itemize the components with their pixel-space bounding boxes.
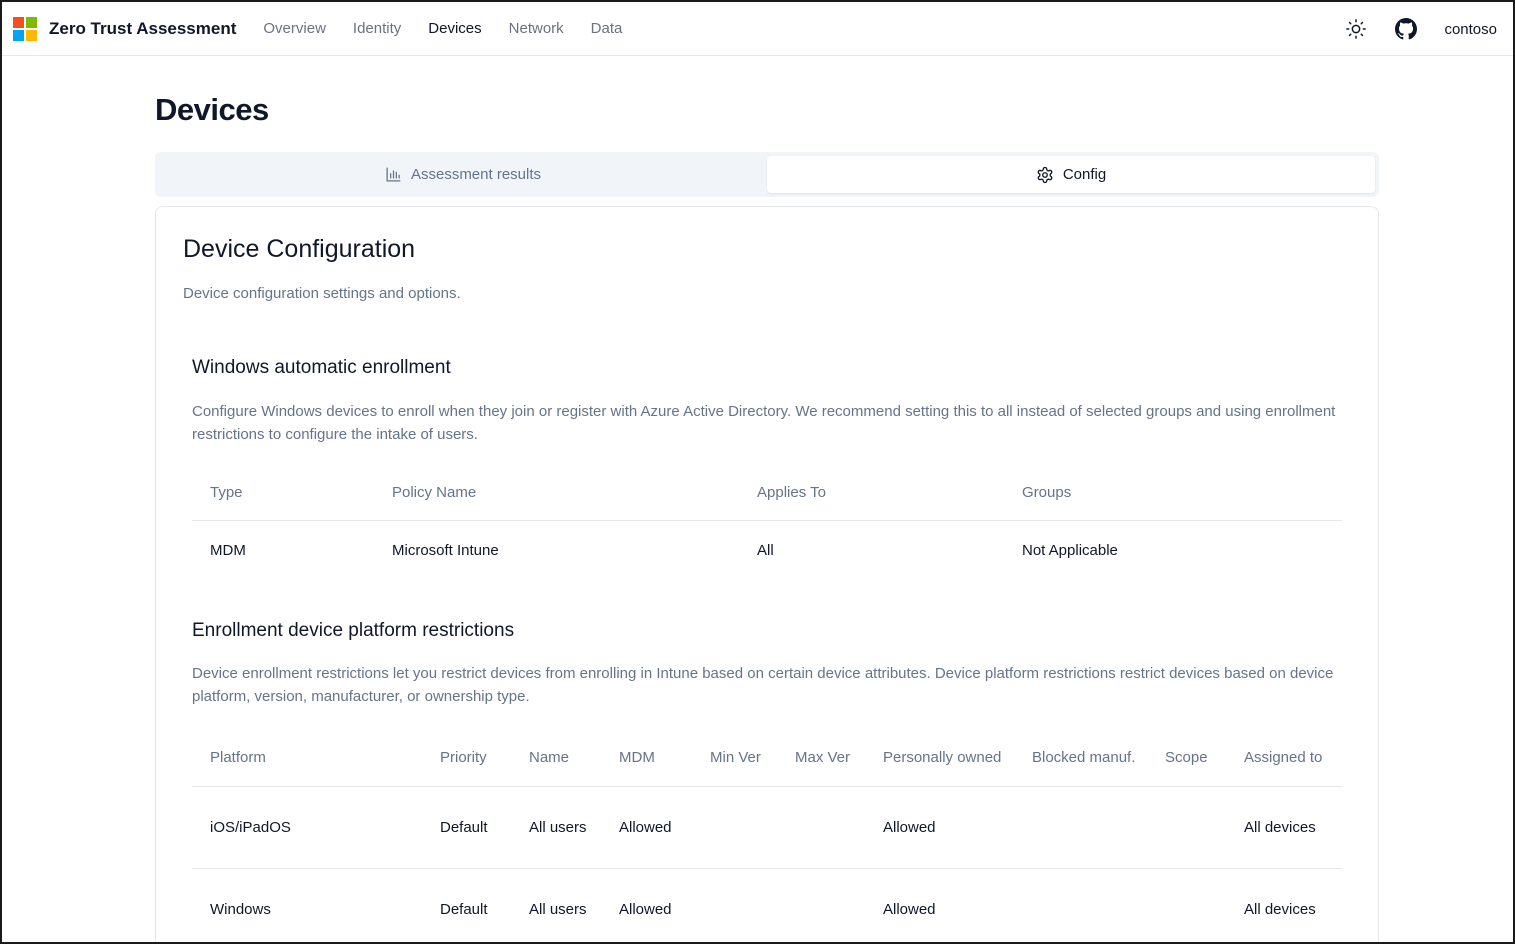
table-cell: All devices xyxy=(1244,818,1316,836)
logo-square-red xyxy=(13,16,24,28)
section-title: Windows automatic enrollment xyxy=(192,357,451,378)
windows-enrollment-section: Windows automatic enrollment Configure W… xyxy=(192,357,1342,580)
logo-square-green xyxy=(26,16,37,28)
column-header: Type xyxy=(210,484,243,502)
table-cell xyxy=(692,786,777,868)
nav-item-identity[interactable]: Identity xyxy=(353,20,401,37)
table-cell xyxy=(777,868,865,942)
table-cell: iOS/iPadOS xyxy=(210,818,291,836)
table-cell: Default xyxy=(440,818,488,836)
gear-icon xyxy=(1037,166,1053,183)
table-header-row: Type Policy Name Applies To Groups xyxy=(192,466,1342,520)
table-cell: Allowed xyxy=(619,900,672,918)
app-brand[interactable]: Zero Trust Assessment xyxy=(49,19,236,39)
table-cell xyxy=(1014,868,1147,942)
column-header: Scope xyxy=(1165,749,1208,767)
logo-square-blue xyxy=(13,29,24,41)
top-navigation-bar: Zero Trust Assessment Overview Identity … xyxy=(2,2,1513,56)
table-cell xyxy=(1014,786,1147,868)
platform-restrictions-table: Platform Priority Name MDM Min Ver Max V… xyxy=(192,730,1342,942)
logo-square-yellow xyxy=(26,29,37,41)
table-cell xyxy=(692,868,777,942)
column-header: Applies To xyxy=(757,484,826,502)
table-cell: Not Applicable xyxy=(1022,541,1118,559)
table-cell xyxy=(1147,786,1226,868)
section-title: Enrollment device platform restrictions xyxy=(192,620,515,641)
table-cell: All xyxy=(757,541,774,559)
top-right-actions: contoso xyxy=(1344,2,1497,56)
app-window: Zero Trust Assessment Overview Identity … xyxy=(0,0,1515,944)
nav-item-devices[interactable]: Devices xyxy=(428,20,481,37)
table-cell: Allowed xyxy=(883,900,936,918)
table-row: Windows Default All users Allowed Allowe… xyxy=(192,868,1342,942)
platform-restrictions-section: Enrollment device platform restrictions … xyxy=(192,620,1342,942)
nav-item-data[interactable]: Data xyxy=(591,20,623,37)
main-nav: Overview Identity Devices Network Data xyxy=(263,20,649,37)
device-configuration-card: Device Configuration Device configuratio… xyxy=(155,206,1379,942)
nav-item-overview[interactable]: Overview xyxy=(263,20,326,37)
column-header: Groups xyxy=(1022,484,1072,502)
tab-list: Assessment results Config xyxy=(155,152,1379,197)
table-row: MDM Microsoft Intune All Not Applicable xyxy=(192,520,1342,580)
tab-assessment-results[interactable]: Assessment results xyxy=(159,156,767,193)
table-cell xyxy=(777,786,865,868)
table-cell: Allowed xyxy=(619,818,672,836)
column-header: Min Ver xyxy=(710,749,761,767)
tenant-name[interactable]: contoso xyxy=(1444,21,1497,38)
column-header: Policy Name xyxy=(392,484,477,502)
table-cell xyxy=(1147,868,1226,942)
github-icon[interactable] xyxy=(1394,17,1418,41)
column-header: Max Ver xyxy=(795,749,851,767)
page-title: Devices xyxy=(155,92,269,127)
table-cell: All users xyxy=(529,900,587,918)
table-row: iOS/iPadOS Default All users Allowed All… xyxy=(192,786,1342,868)
table-cell: MDM xyxy=(210,541,246,559)
table-cell: Allowed xyxy=(883,818,936,836)
tab-config[interactable]: Config xyxy=(767,156,1375,193)
column-header: MDM xyxy=(619,749,655,767)
column-header: Personally owned xyxy=(883,749,1002,767)
microsoft-logo-icon xyxy=(13,16,37,41)
tab-label: Assessment results xyxy=(410,166,542,183)
table-cell: All devices xyxy=(1244,900,1316,918)
column-header: Name xyxy=(529,749,570,767)
table-cell: Windows xyxy=(210,900,271,918)
column-header: Priority xyxy=(440,749,487,767)
tab-label: Config xyxy=(1062,166,1107,183)
table-cell: Microsoft Intune xyxy=(392,541,499,559)
sun-icon[interactable] xyxy=(1344,17,1368,41)
windows-enrollment-table: Type Policy Name Applies To Groups MDM M… xyxy=(192,466,1342,580)
bar-chart-icon xyxy=(386,167,401,182)
table-header-row: Platform Priority Name MDM Min Ver Max V… xyxy=(192,730,1342,786)
column-header: Platform xyxy=(210,749,266,767)
column-header: Blocked manuf. xyxy=(1032,749,1136,767)
section-description: Configure Windows devices to enroll when… xyxy=(192,403,1336,443)
card-title: Device Configuration xyxy=(183,235,416,263)
column-header: Assigned to xyxy=(1244,749,1323,767)
nav-item-network[interactable]: Network xyxy=(509,20,564,37)
section-description: Device enrollment restrictions let you r… xyxy=(192,665,1334,705)
table-cell: Default xyxy=(440,900,488,918)
card-description: Device configuration settings and option… xyxy=(183,285,461,302)
table-cell: All users xyxy=(529,818,587,836)
